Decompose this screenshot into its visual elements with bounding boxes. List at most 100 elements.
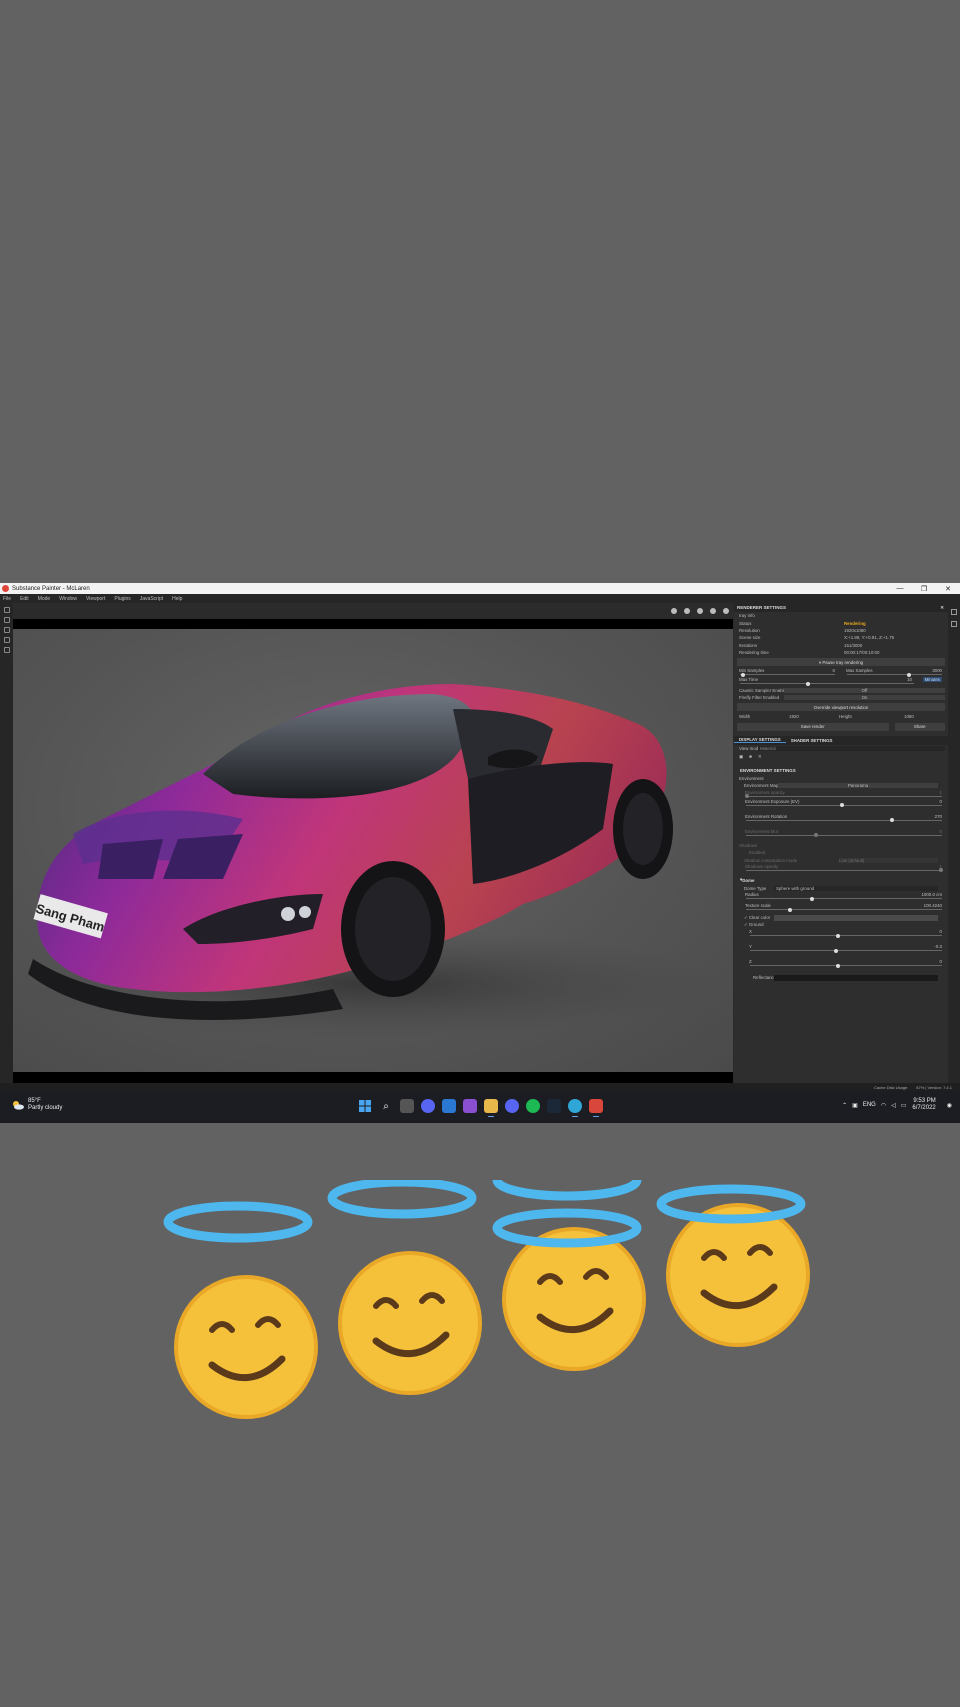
- shadows-opacity-slider[interactable]: Shadows opacity 1: [744, 864, 944, 873]
- left-toolbar: [0, 603, 13, 1083]
- edge-icon[interactable]: [568, 1099, 582, 1117]
- spotify-icon[interactable]: [526, 1099, 540, 1113]
- environment-exposure-slider[interactable]: Environment Exposure (EV) 0: [744, 799, 944, 808]
- environment-opacity-slider[interactable]: Environment opacity 1: [744, 790, 944, 799]
- menu-file[interactable]: File: [3, 596, 11, 602]
- ground-x-value: 0: [939, 929, 942, 935]
- home-icon[interactable]: [3, 607, 10, 613]
- save-render-button[interactable]: Save render: [737, 722, 889, 731]
- battery-icon[interactable]: ▭: [901, 1102, 907, 1109]
- max-samples-label: Max Samples: [846, 668, 873, 674]
- height-field[interactable]: 1080: [904, 714, 914, 719]
- ground-x-slider[interactable]: X0: [748, 929, 944, 938]
- maximize-button[interactable]: ❐: [912, 585, 936, 593]
- panel-close-icon[interactable]: ✕: [940, 605, 944, 611]
- menu-mode[interactable]: Mode: [38, 596, 51, 602]
- substance-painter-icon[interactable]: [589, 1099, 603, 1117]
- width-field[interactable]: 1920: [789, 714, 799, 719]
- dome-type-row: Dome Type Sphere with ground: [734, 885, 948, 892]
- environment-map-select[interactable]: Panorama: [778, 783, 938, 789]
- tab-display-settings[interactable]: DISPLAY SETTINGS: [734, 737, 786, 744]
- firefly-toggle[interactable]: On: [784, 694, 945, 700]
- tab-shader-settings[interactable]: SHADER SETTINGS: [786, 738, 838, 743]
- max-time-slider[interactable]: Max Time 10 Minutes: [738, 677, 944, 686]
- shadow-enabled-checkbox[interactable]: Enabled: [749, 850, 765, 855]
- clock[interactable]: 9:53 PM 6/7/2022: [912, 1098, 935, 1112]
- weather-widget[interactable]: 85°F Partly cloudy: [12, 1098, 62, 1112]
- vscode-icon[interactable]: [442, 1099, 456, 1113]
- min-samples-slider[interactable]: Min Samples 0: [738, 668, 837, 677]
- pause-iray-button[interactable]: ⏸ Pause Iray rendering: [737, 658, 945, 667]
- radius-slider[interactable]: Radius 1000.0 cm: [744, 892, 944, 901]
- properties-icon[interactable]: [951, 621, 957, 627]
- menu-window[interactable]: Window: [59, 596, 77, 602]
- shadow-enabled-row[interactable]: Enabled: [734, 849, 948, 856]
- render-icon[interactable]: [3, 637, 10, 643]
- ground-y-value: -0.3: [934, 944, 942, 950]
- environment-label: Environment: [734, 775, 948, 782]
- pause-icon[interactable]: [684, 608, 690, 614]
- video-icon[interactable]: [710, 608, 716, 614]
- shadow-mode-row: Shadow computation mode Low (default): [734, 856, 948, 863]
- ground-checkbox[interactable]: ✓ Ground: [744, 922, 764, 928]
- max-time-unit-select[interactable]: Minutes: [922, 677, 942, 683]
- camera-mode-icon[interactable]: ■: [749, 754, 752, 759]
- render-viewport[interactable]: Sang Pham: [13, 619, 733, 1084]
- discord-icon[interactable]: [505, 1099, 519, 1113]
- play-icon[interactable]: [671, 608, 677, 614]
- notification-icon[interactable]: ◉: [947, 1102, 952, 1109]
- resolution-row: Resolution 1920x1080: [734, 627, 948, 634]
- override-resolution-button[interactable]: Override viewport resolution: [737, 703, 945, 712]
- ground-z-slider[interactable]: Z0: [748, 959, 944, 968]
- shadows-text: Shadows: [739, 842, 758, 848]
- settings-icon[interactable]: [3, 627, 10, 633]
- texture-set-icon[interactable]: [951, 609, 957, 615]
- clear-color-checkbox[interactable]: ✓ Clear color: [744, 915, 770, 921]
- max-time-value: 10: [907, 677, 912, 683]
- clear-color-swatch[interactable]: [774, 914, 938, 921]
- file-explorer-icon[interactable]: [484, 1099, 498, 1117]
- view-mode-select[interactable]: Material: [758, 745, 945, 751]
- expand-icon[interactable]: ✕: [758, 754, 762, 760]
- steam-icon[interactable]: [547, 1099, 561, 1113]
- share-button[interactable]: Share: [894, 722, 945, 731]
- rendering-time-row: Rendering time 00:00:17/00:10:00: [734, 649, 948, 656]
- iterations-value: 161/3000: [844, 642, 863, 648]
- language-indicator[interactable]: ENG: [863, 1102, 876, 1108]
- visual-studio-icon[interactable]: [463, 1099, 477, 1113]
- image-icon[interactable]: ▣: [739, 754, 743, 760]
- volume-icon[interactable]: ◁: [891, 1102, 896, 1109]
- dome-type-select[interactable]: Sphere with ground: [774, 886, 938, 892]
- ground-y-slider[interactable]: Y -0.3: [748, 944, 944, 953]
- menu-javascript[interactable]: JavaScript: [140, 596, 163, 602]
- environment-rotation-slider[interactable]: Environment Rotation 270: [744, 814, 944, 823]
- close-button[interactable]: ✕: [936, 585, 960, 593]
- task-view-icon[interactable]: [400, 1099, 414, 1113]
- environment-exposure-label: Environment Exposure (EV): [745, 798, 800, 804]
- ground-y-label: Y: [749, 944, 752, 950]
- caustic-toggle[interactable]: Off: [784, 687, 945, 693]
- layers-icon[interactable]: [3, 617, 10, 623]
- document-icon[interactable]: [3, 647, 10, 653]
- wifi-icon[interactable]: ◠: [881, 1102, 886, 1109]
- dome-section[interactable]: ▾ Dome: [734, 876, 948, 885]
- teams-chat-icon[interactable]: [421, 1099, 435, 1113]
- menu-help[interactable]: Help: [172, 596, 182, 602]
- search-icon[interactable]: ⌕: [379, 1099, 393, 1113]
- menu-viewport[interactable]: Viewport: [86, 596, 105, 602]
- menu-plugins[interactable]: Plugins: [114, 596, 130, 602]
- reflectance-field[interactable]: [774, 974, 938, 981]
- camera-icon[interactable]: [697, 608, 703, 614]
- minimize-button[interactable]: —: [888, 585, 912, 593]
- texture-scale-slider[interactable]: Texture scale 100.4240: [744, 903, 944, 912]
- menu-bar: File Edit Mode Window Viewport Plugins J…: [0, 594, 960, 603]
- menu-edit[interactable]: Edit: [20, 596, 29, 602]
- chevron-up-icon[interactable]: ⌃: [842, 1102, 847, 1109]
- max-samples-value: 3000: [932, 668, 942, 674]
- max-samples-slider[interactable]: Max Samples 3000: [845, 668, 944, 677]
- tray-app-icon[interactable]: ▣: [852, 1102, 858, 1109]
- environment-blur-slider[interactable]: Environment blur 0: [744, 829, 944, 838]
- start-icon[interactable]: [358, 1099, 372, 1113]
- screenshot-icon[interactable]: [723, 608, 729, 614]
- shadow-mode-select[interactable]: Low (default): [839, 857, 938, 863]
